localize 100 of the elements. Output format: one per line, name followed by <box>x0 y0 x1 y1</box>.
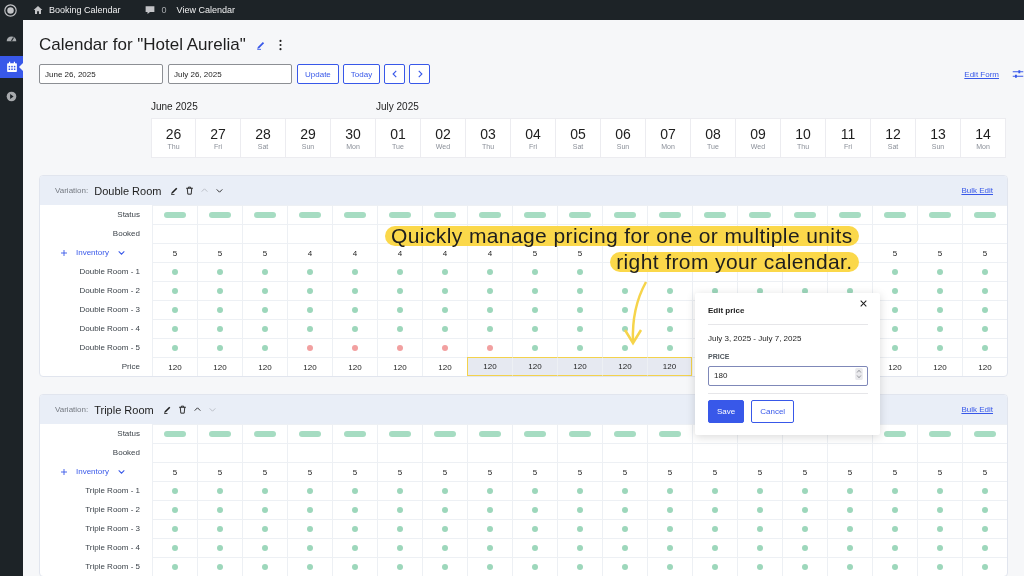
inventory-count: 5 <box>982 467 988 477</box>
day-number: 27 <box>210 125 226 142</box>
inventory-count: 5 <box>397 467 403 477</box>
inventory-count: 5 <box>352 467 358 477</box>
day-number: 26 <box>165 125 182 142</box>
bulk-edit-link[interactable]: Bulk Edit <box>961 186 993 195</box>
date-field[interactable]: July 26, 2025 <box>168 64 292 84</box>
page-title: Calendar for "Hotel Aurelia" <box>39 35 246 55</box>
price-cell[interactable]: 120 <box>917 357 962 376</box>
inventory-toggle[interactable]: Inventory <box>76 467 109 476</box>
day-number: 28 <box>255 125 271 142</box>
day-number: 02 <box>435 125 451 142</box>
unit-name: Triple Room - 3 <box>85 524 140 533</box>
price-cell[interactable]: 120 <box>242 357 287 376</box>
day-number: 01 <box>390 125 406 142</box>
inventory-count: 5 <box>577 467 583 477</box>
unit-name: Triple Room - 1 <box>85 486 140 495</box>
price-cell[interactable]: 120 <box>152 357 197 376</box>
date-range: July 3, 2025 - July 7, 2025 <box>708 334 803 343</box>
inventory-count: 5 <box>892 248 898 258</box>
inventory-count: 5 <box>532 467 538 477</box>
unit-name: Double Room - 5 <box>79 343 140 352</box>
variation-name: Triple Room <box>94 403 154 416</box>
price-cell[interactable]: 120 <box>467 357 512 376</box>
day-number: 03 <box>480 125 496 142</box>
inventory-count: 4 <box>307 248 313 258</box>
price-cell[interactable]: 120 <box>602 357 647 376</box>
day-number: 06 <box>615 125 631 142</box>
day-number: 11 <box>840 125 856 142</box>
unit-name: Triple Room - 5 <box>85 562 140 571</box>
callout-text: Quickly manage pricing for one or multiple units <box>385 226 859 246</box>
inventory-count: 5 <box>622 467 628 477</box>
day-number: 14 <box>975 125 991 142</box>
row-label: Status <box>117 429 140 438</box>
view-calendar-link[interactable]: View Calendar <box>176 5 235 15</box>
edit-form-link[interactable]: Edit Form <box>964 69 999 79</box>
unit-name: Double Room - 1 <box>79 267 140 276</box>
day-number: 12 <box>885 125 901 142</box>
inventory-count: 5 <box>757 467 763 477</box>
inventory-count: 4 <box>487 248 493 258</box>
date-field[interactable]: June 26, 2025 <box>39 64 163 84</box>
day-number: 09 <box>750 125 766 142</box>
inventory-count: 5 <box>217 467 223 477</box>
inventory-count: 4 <box>352 248 358 258</box>
row-label: Booked <box>112 229 140 238</box>
inventory-count: 5 <box>172 248 178 258</box>
variation-label: Variation: <box>55 405 89 414</box>
price-cell[interactable]: 120 <box>557 357 602 376</box>
day-number: 29 <box>300 125 316 142</box>
unit-name: Triple Room - 4 <box>85 543 140 552</box>
callout-text: right from your calendar. <box>610 252 859 272</box>
inventory-count: 5 <box>262 467 268 477</box>
inventory-toggle[interactable]: Inventory <box>76 248 109 257</box>
inventory-count: 5 <box>307 467 313 477</box>
bulk-edit-link[interactable]: Bulk Edit <box>961 405 993 414</box>
inventory-count: 5 <box>217 248 223 258</box>
popover-title: Edit price <box>708 305 745 315</box>
price-cell[interactable]: 120 <box>512 357 557 376</box>
variation-label: Variation: <box>55 186 89 195</box>
inventory-count: 5 <box>262 248 268 258</box>
inventory-count: 5 <box>892 467 898 477</box>
day-number: 07 <box>660 125 676 142</box>
inventory-count: 5 <box>937 467 943 477</box>
unit-name: Double Room - 3 <box>79 305 140 314</box>
price-cell[interactable]: 120 <box>332 357 377 376</box>
inventory-count: 4 <box>442 248 448 258</box>
price-cell[interactable]: 120 <box>962 357 1007 376</box>
variation-name: Double Room <box>94 184 162 197</box>
price-cell[interactable]: 120 <box>377 357 422 376</box>
inventory-count: 5 <box>802 467 808 477</box>
day-number: 13 <box>930 125 946 142</box>
price-cell[interactable]: 120 <box>287 357 332 376</box>
cancel-button[interactable]: Cancel <box>751 400 795 423</box>
inventory-count: 4 <box>397 248 403 258</box>
inventory-count: 5 <box>847 467 853 477</box>
inventory-count: 5 <box>712 467 718 477</box>
comment-count[interactable]: 0 <box>161 5 167 15</box>
inventory-count: 5 <box>937 248 943 258</box>
row-label: Status <box>117 210 140 219</box>
save-button[interactable]: Save <box>708 400 745 423</box>
row-label: Booked <box>112 448 140 457</box>
inventory-count: 5 <box>442 467 448 477</box>
unit-name: Double Room - 4 <box>79 324 140 333</box>
unit-name: Triple Room - 2 <box>85 505 140 514</box>
day-number: 08 <box>705 125 721 142</box>
today-button[interactable]: Today <box>342 64 381 84</box>
site-link[interactable]: Booking Calendar <box>49 5 121 15</box>
price-field[interactable]: 180 <box>708 365 868 386</box>
day-number: 05 <box>570 125 586 142</box>
month-label: June 2025 <box>151 100 199 112</box>
row-label: Price <box>121 362 140 371</box>
month-label: July 2025 <box>376 100 420 112</box>
inventory-count: 5 <box>172 467 178 477</box>
day-number: 10 <box>795 125 811 142</box>
day-number: 04 <box>525 125 541 142</box>
inventory-count: 5 <box>532 248 538 258</box>
inventory-count: 5 <box>487 467 493 477</box>
price-cell[interactable]: 120 <box>647 357 692 376</box>
price-cell[interactable]: 120 <box>197 357 242 376</box>
update-button[interactable]: Update <box>297 64 339 84</box>
